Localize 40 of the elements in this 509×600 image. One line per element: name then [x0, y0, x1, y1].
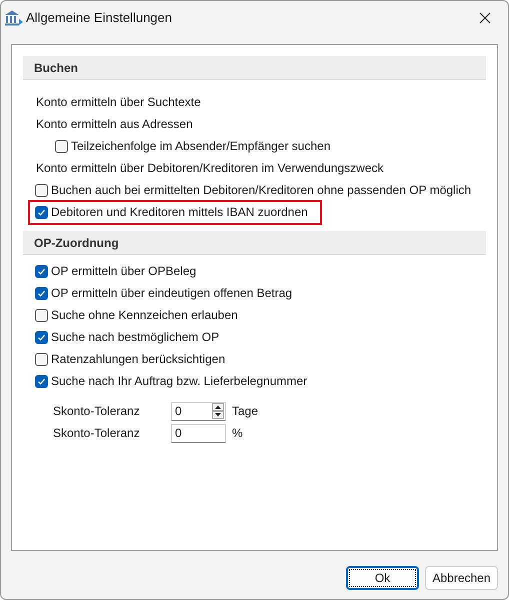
- checkmark-icon: [37, 266, 46, 276]
- checkmark-icon: [37, 332, 46, 342]
- number-field[interactable]: 0: [171, 402, 226, 420]
- dialog-button[interactable]: Abbrechen: [425, 566, 498, 590]
- spinner-icon[interactable]: [212, 403, 224, 419]
- unit-label: %: [232, 425, 243, 442]
- checkmark-icon: [37, 376, 46, 386]
- number-field[interactable]: 0: [171, 424, 226, 442]
- close-icon: [479, 12, 491, 24]
- checkbox[interactable]: [35, 184, 48, 196]
- checkbox-label[interactable]: OP ermitteln über eindeutigen offenen Betrag: [51, 284, 292, 302]
- option-label: Konto ermitteln aus Adressen: [36, 116, 193, 133]
- checkmark-icon: [37, 208, 46, 216]
- checkbox[interactable]: [35, 264, 48, 278]
- checkbox-label[interactable]: Suche ohne Kennzeichen erlauben: [51, 306, 238, 324]
- window-title: Allgemeine Einstellungen: [26, 9, 172, 28]
- checkbox[interactable]: [35, 330, 48, 344]
- checkbox[interactable]: [35, 286, 48, 300]
- field-label: Skonto-Toleranz: [53, 425, 141, 442]
- checkbox-label[interactable]: Suche nach bestmöglichem OP: [51, 328, 220, 346]
- field-label: Skonto-Toleranz: [53, 403, 141, 420]
- checkbox-label[interactable]: Debitoren und Kreditoren mittels IBAN zuordnen: [51, 203, 308, 221]
- bank-icon: [4, 9, 24, 27]
- checkbox[interactable]: [35, 206, 48, 218]
- checkmark-icon: [37, 288, 46, 298]
- checkbox[interactable]: [35, 308, 48, 322]
- checkbox-label[interactable]: Buchen auch bei ermittelten Debitoren/Kreditoren ohne passenden OP möglich: [51, 181, 472, 199]
- option-label: Konto ermitteln über Suchtexte: [36, 94, 201, 111]
- checkbox-label[interactable]: OP ermitteln über OPBeleg: [51, 262, 196, 280]
- unit-label: Tage: [232, 403, 258, 420]
- checkbox[interactable]: [35, 352, 48, 366]
- section-header: OP-Zuordnung: [23, 231, 486, 255]
- dialog-button[interactable]: Ok: [346, 566, 419, 590]
- checkbox-label[interactable]: Teilzeichenfolge im Absender/Empfänger suchen: [71, 137, 330, 155]
- section-header: Buchen: [23, 56, 486, 80]
- checkbox[interactable]: [55, 140, 68, 152]
- option-label: Konto ermitteln über Debitoren/Kreditoren im Verwendungszweck: [36, 160, 384, 177]
- checkbox[interactable]: [35, 374, 48, 388]
- checkbox-label[interactable]: Suche nach Ihr Auftrag bzw. Lieferbelegnummer: [51, 372, 308, 390]
- checkbox-label[interactable]: Ratenzahlungen berücksichtigen: [51, 350, 226, 368]
